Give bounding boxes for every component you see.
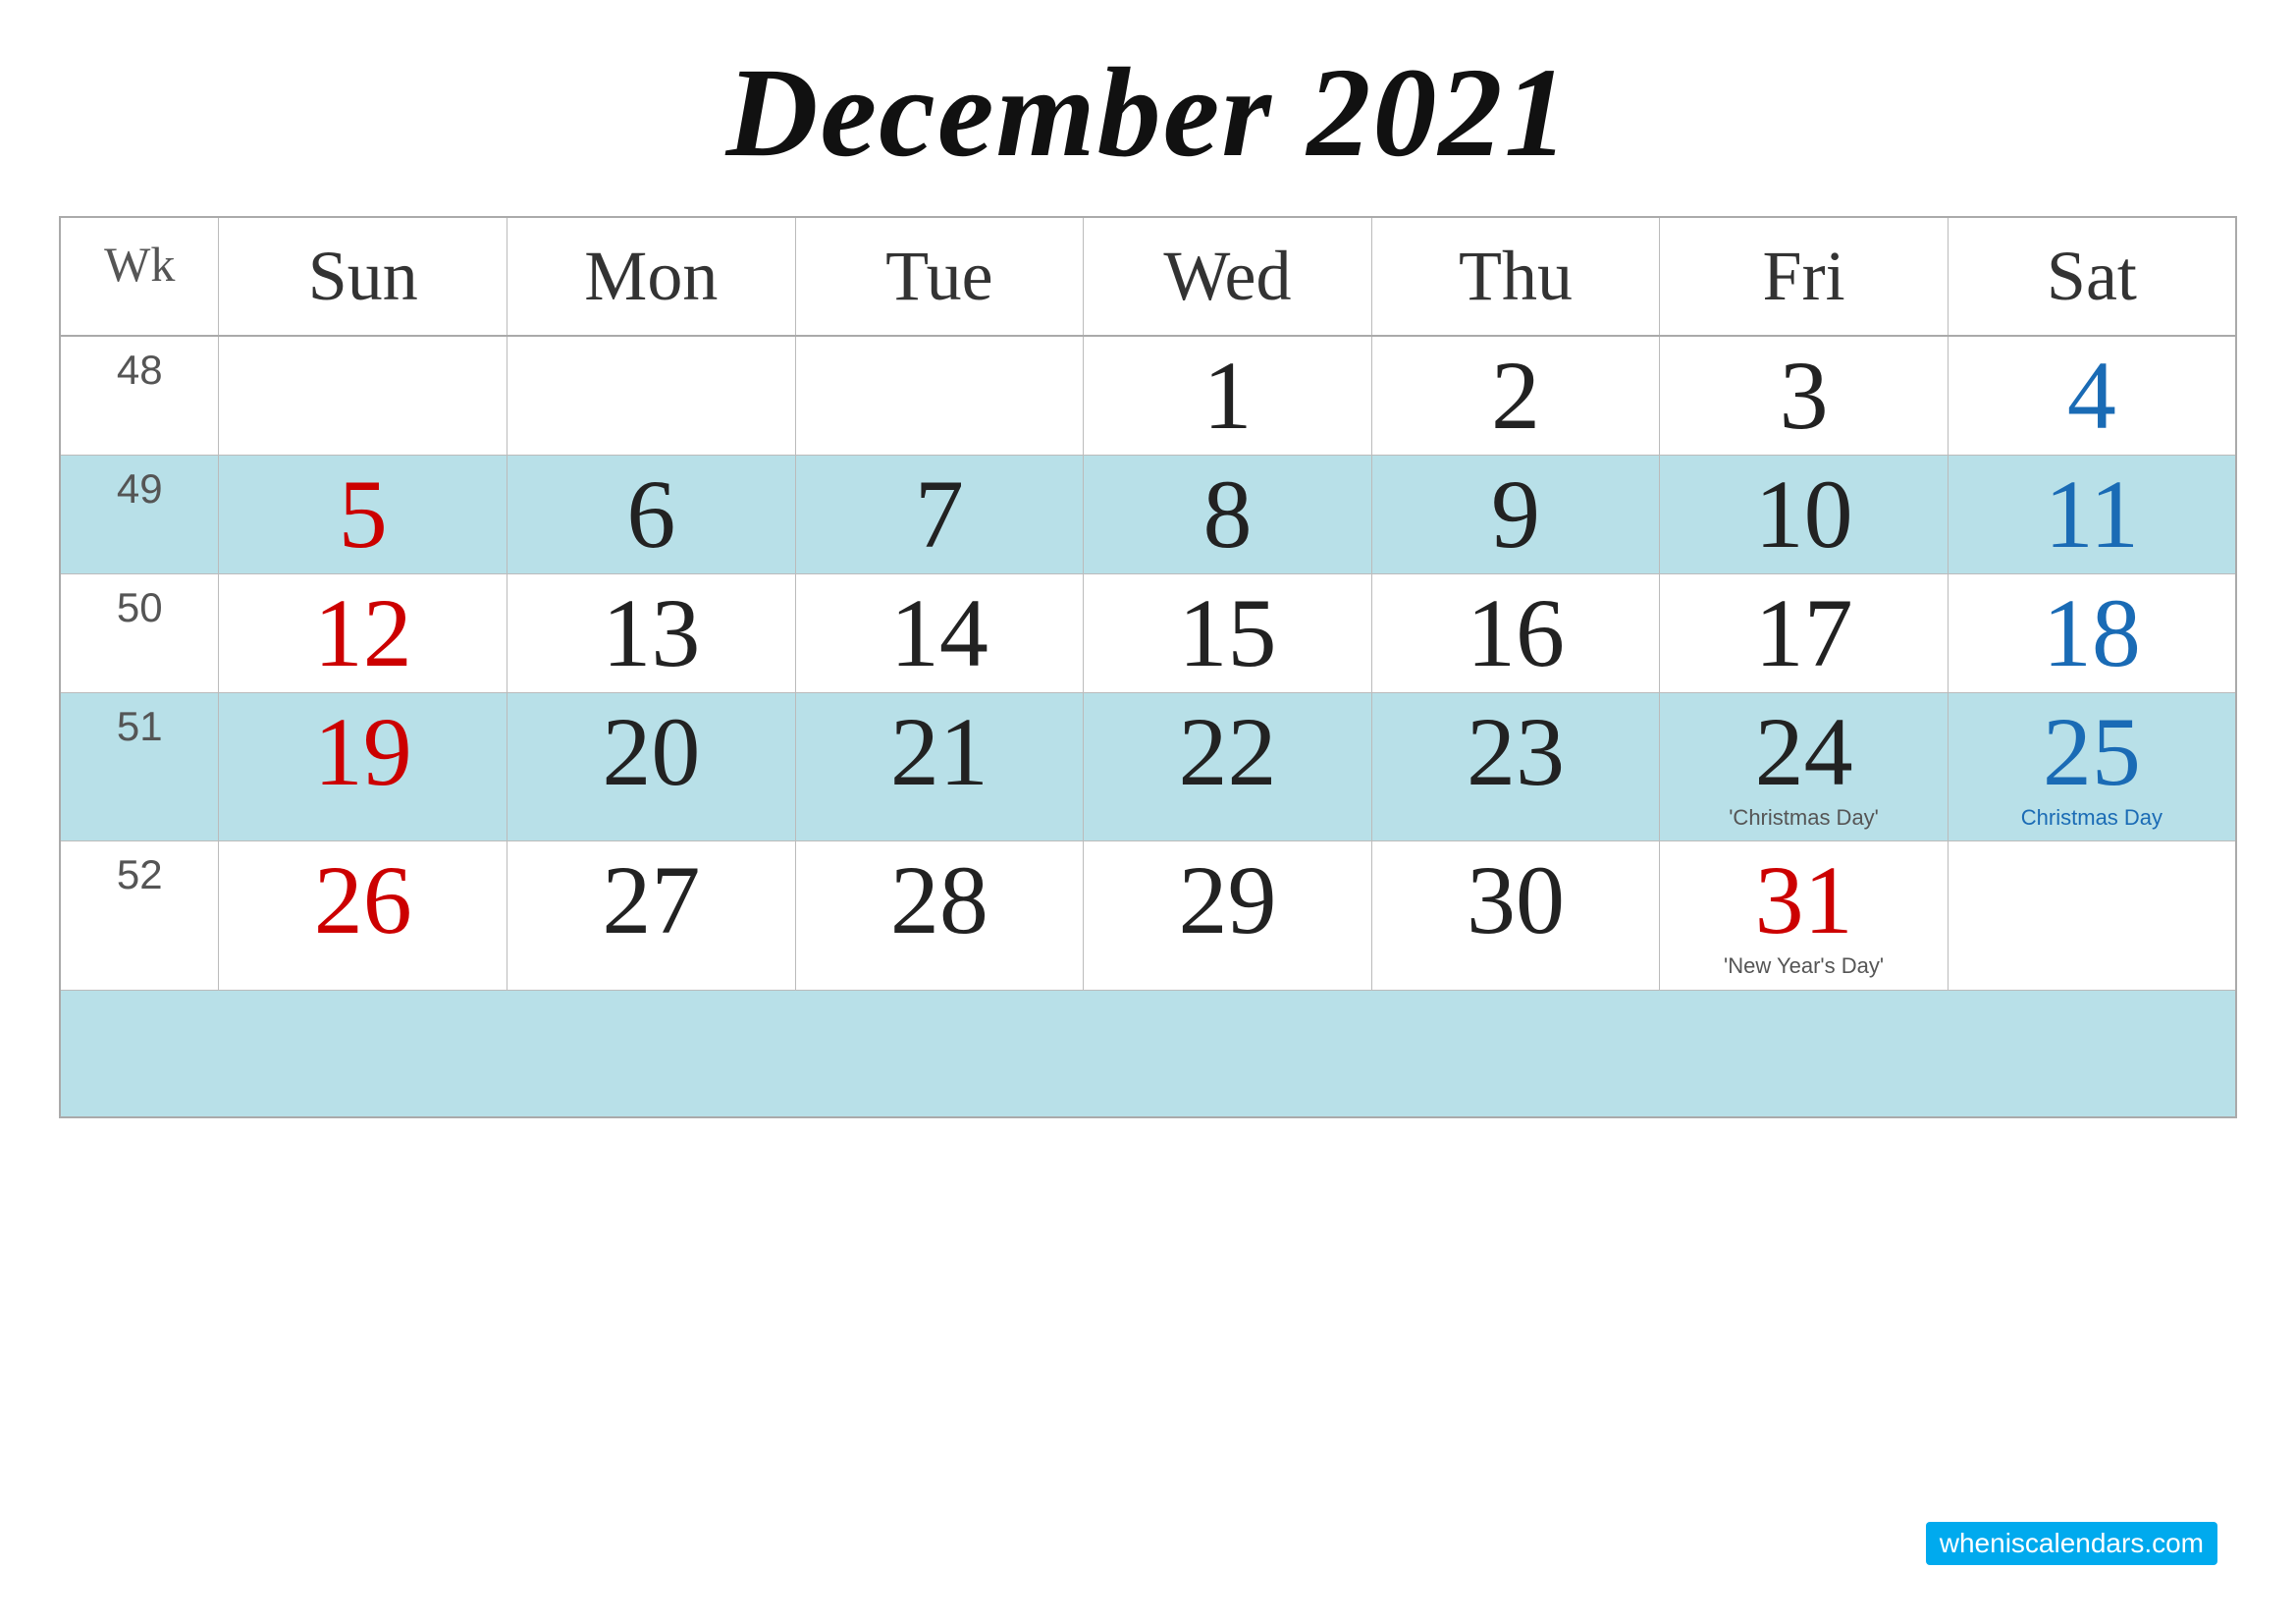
day-cell-48-5: 3 xyxy=(1660,336,1949,456)
day-cell-51-5: 24 'Christmas Day' xyxy=(1660,693,1949,841)
day-cell-50-3: 15 xyxy=(1084,574,1372,693)
day-cell-50-0: 12 xyxy=(219,574,507,693)
day-number-11: 11 xyxy=(1954,465,2229,564)
day-cell-52-4: 30 xyxy=(1371,841,1660,990)
day-cell-49-4: 9 xyxy=(1371,456,1660,574)
day-cell-50-5: 17 xyxy=(1660,574,1949,693)
day-number-7: 7 xyxy=(802,465,1078,564)
day-cell-52-1: 27 xyxy=(507,841,796,990)
day-cell-50-1: 13 xyxy=(507,574,796,693)
day-number-5: 5 xyxy=(225,465,501,564)
week-row-50: 5012131415161718 xyxy=(60,574,2236,693)
day-number-22: 22 xyxy=(1090,703,1365,801)
day-cell-49-6: 11 xyxy=(1948,456,2236,574)
header-sat: Sat xyxy=(1948,217,2236,336)
day-number-6: 6 xyxy=(513,465,789,564)
day-number-9: 9 xyxy=(1378,465,1654,564)
day-cell-49-1: 6 xyxy=(507,456,796,574)
header-thu: Thu xyxy=(1371,217,1660,336)
day-cell-52-6 xyxy=(1948,841,2236,990)
day-number-10: 10 xyxy=(1666,465,1942,564)
week-row-52: 52262728293031 'New Year's Day' xyxy=(60,841,2236,990)
day-cell-51-0: 19 xyxy=(219,693,507,841)
wk-number-48: 48 xyxy=(60,336,219,456)
header-wed: Wed xyxy=(1084,217,1372,336)
day-number-2: 2 xyxy=(1378,347,1654,445)
day-number-14: 14 xyxy=(802,584,1078,682)
day-cell-48-1 xyxy=(507,336,796,456)
day-cell-48-6: 4 xyxy=(1948,336,2236,456)
day-cell-51-6: 25 Christmas Day xyxy=(1948,693,2236,841)
day-number-24: 24 xyxy=(1666,703,1942,801)
day-number-12: 12 xyxy=(225,584,501,682)
week-row-48: 48 1234 xyxy=(60,336,2236,456)
header-sun: Sun xyxy=(219,217,507,336)
calendar-header-row: Wk Sun Mon Tue Wed Thu Fri Sat xyxy=(60,217,2236,336)
day-number-29: 29 xyxy=(1090,851,1365,949)
day-cell-51-2: 21 xyxy=(795,693,1084,841)
header-fri: Fri xyxy=(1660,217,1949,336)
wk-number-50: 50 xyxy=(60,574,219,693)
day-number-19: 19 xyxy=(225,703,501,801)
day-cell-49-3: 8 xyxy=(1084,456,1372,574)
brand-link[interactable]: wheniscalendars.com xyxy=(1926,1522,2217,1565)
wk-number-49: 49 xyxy=(60,456,219,574)
day-cell-48-3: 1 xyxy=(1084,336,1372,456)
day-number-27: 27 xyxy=(513,851,789,949)
day-number-26: 26 xyxy=(225,851,501,949)
day-number-3: 3 xyxy=(1666,347,1942,445)
day-cell-50-2: 14 xyxy=(795,574,1084,693)
day-number-4: 4 xyxy=(1954,347,2229,445)
week-row-49: 49567891011 xyxy=(60,456,2236,574)
day-cell-48-0 xyxy=(219,336,507,456)
day-cell-48-4: 2 xyxy=(1371,336,1660,456)
header-wk: Wk xyxy=(60,217,219,336)
empty-bottom-row xyxy=(60,990,2236,1117)
day-number-15: 15 xyxy=(1090,584,1365,682)
empty-bottom-cell xyxy=(60,990,2236,1117)
day-number-16: 16 xyxy=(1378,584,1654,682)
wk-number-51: 51 xyxy=(60,693,219,841)
week-row-51: 51192021222324 'Christmas Day' 25 Christmas… xyxy=(60,693,2236,841)
day-number-31: 31 xyxy=(1666,851,1942,949)
day-cell-52-3: 29 xyxy=(1084,841,1372,990)
day-cell-51-1: 20 xyxy=(507,693,796,841)
holiday-label-31: 'New Year's Day' xyxy=(1666,953,1942,979)
day-number-13: 13 xyxy=(513,584,789,682)
day-number-20: 20 xyxy=(513,703,789,801)
day-number-17: 17 xyxy=(1666,584,1942,682)
day-cell-49-0: 5 xyxy=(219,456,507,574)
holiday-label-25: Christmas Day xyxy=(1954,805,2229,831)
day-number-28: 28 xyxy=(802,851,1078,949)
day-number-8: 8 xyxy=(1090,465,1365,564)
wk-number-52: 52 xyxy=(60,841,219,990)
day-cell-49-5: 10 xyxy=(1660,456,1949,574)
day-cell-51-4: 23 xyxy=(1371,693,1660,841)
day-number-1: 1 xyxy=(1090,347,1365,445)
day-cell-51-3: 22 xyxy=(1084,693,1372,841)
day-number-23: 23 xyxy=(1378,703,1654,801)
page-title: December 2021 xyxy=(726,39,1571,187)
header-tue: Tue xyxy=(795,217,1084,336)
day-number-21: 21 xyxy=(802,703,1078,801)
day-cell-49-2: 7 xyxy=(795,456,1084,574)
holiday-label-24: 'Christmas Day' xyxy=(1666,805,1942,831)
day-cell-50-6: 18 xyxy=(1948,574,2236,693)
day-cell-52-5: 31 'New Year's Day' xyxy=(1660,841,1949,990)
day-number-18: 18 xyxy=(1954,584,2229,682)
day-number-25: 25 xyxy=(1954,703,2229,801)
day-cell-52-2: 28 xyxy=(795,841,1084,990)
calendar-table: Wk Sun Mon Tue Wed Thu Fri Sat 481234495… xyxy=(59,216,2237,1118)
header-mon: Mon xyxy=(507,217,796,336)
day-cell-50-4: 16 xyxy=(1371,574,1660,693)
day-number-30: 30 xyxy=(1378,851,1654,949)
day-cell-48-2 xyxy=(795,336,1084,456)
day-cell-52-0: 26 xyxy=(219,841,507,990)
